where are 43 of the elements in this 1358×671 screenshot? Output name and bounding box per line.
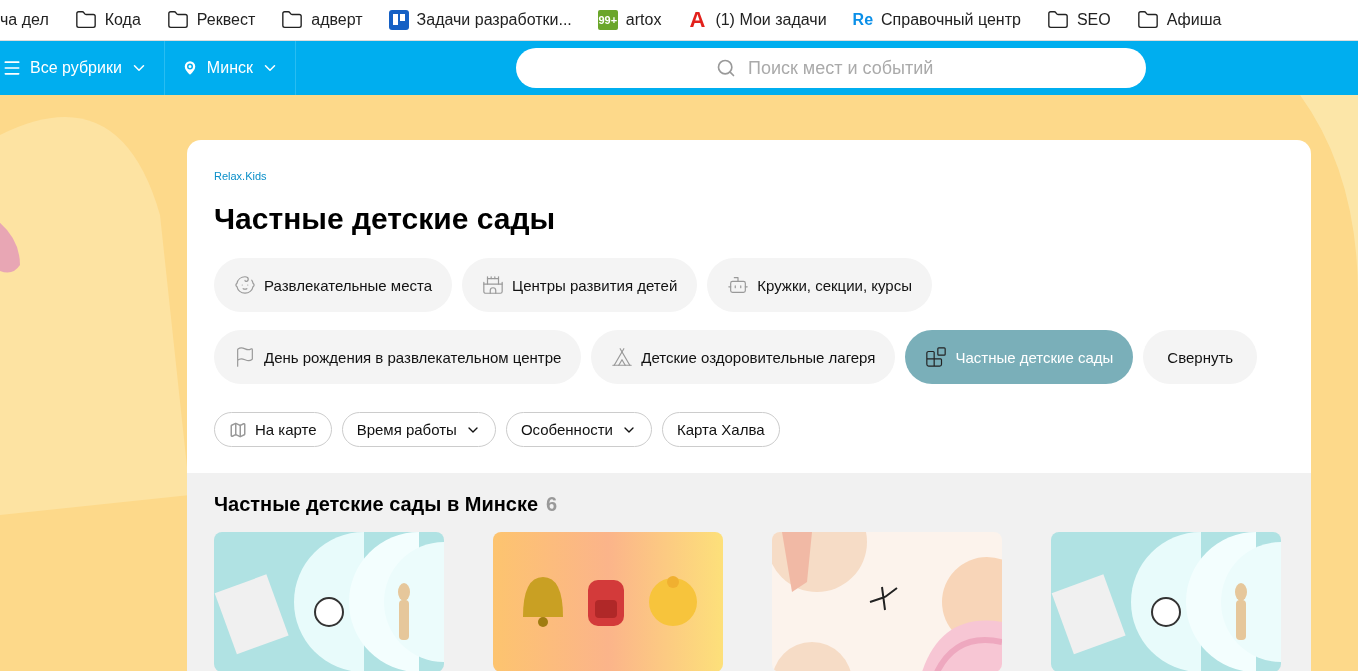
tent-icon xyxy=(611,346,634,368)
robot-icon xyxy=(727,274,750,296)
filter-button[interactable]: Время работы xyxy=(341,412,496,447)
bookmark[interactable]: Задачи разработки... xyxy=(388,10,572,30)
category-chip[interactable]: Центры развития детей xyxy=(462,258,698,312)
folder-icon xyxy=(281,9,304,31)
bookmark[interactable]: 99+ artox xyxy=(597,10,662,30)
collapse-button[interactable]: Свернуть xyxy=(1143,330,1258,384)
filter-button[interactable]: Особенности xyxy=(505,412,652,447)
search-icon xyxy=(715,58,736,78)
flag-icon xyxy=(234,346,256,368)
folder-icon xyxy=(1046,9,1069,31)
filter-button[interactable]: На карте xyxy=(214,412,332,447)
filter-button[interactable]: Карта Халва xyxy=(662,412,780,447)
breadcrumb-link[interactable]: Relax.Kids xyxy=(214,170,267,182)
bookmark[interactable]: Реквест xyxy=(166,9,256,31)
board-icon xyxy=(388,10,409,30)
bookmark[interactable]: A (1) Мои задачи xyxy=(687,10,827,30)
bookmark[interactable]: Афиша xyxy=(1136,9,1222,31)
blocks-icon xyxy=(925,346,948,368)
bookmark[interactable]: ча дел xyxy=(0,11,49,29)
logo-icon: A xyxy=(687,10,708,30)
castle-icon xyxy=(482,274,505,296)
logo-icon: Re xyxy=(852,10,874,30)
bookmark[interactable]: SEO xyxy=(1046,9,1111,31)
baby-icon xyxy=(234,274,256,296)
category-chip[interactable]: Развлекательные места xyxy=(214,258,453,312)
search-field[interactable]: Поиск мест и событий xyxy=(515,48,1146,88)
category-chip[interactable]: Детские оздоровительные лагеря xyxy=(591,330,896,384)
page-title: Частные детские сады xyxy=(214,202,556,236)
badge-icon: 99+ xyxy=(597,10,618,30)
bookmark[interactable]: адверт xyxy=(281,9,363,31)
category-chip[interactable]: Кружки, секции, курсы xyxy=(707,258,932,312)
folder-icon xyxy=(74,9,97,31)
folder-icon xyxy=(166,9,189,31)
bookmark[interactable]: Кода xyxy=(74,9,141,31)
menu-icon xyxy=(2,58,22,78)
map-icon xyxy=(229,420,247,439)
bookmark[interactable]: Re Справочный центр xyxy=(852,10,1021,30)
category-chip[interactable]: День рождения в развлекательном центре xyxy=(214,330,582,384)
section-heading: Частные детские сады в Минске xyxy=(214,493,539,516)
folder-icon xyxy=(1136,9,1159,31)
count-label: 6 xyxy=(546,493,558,516)
